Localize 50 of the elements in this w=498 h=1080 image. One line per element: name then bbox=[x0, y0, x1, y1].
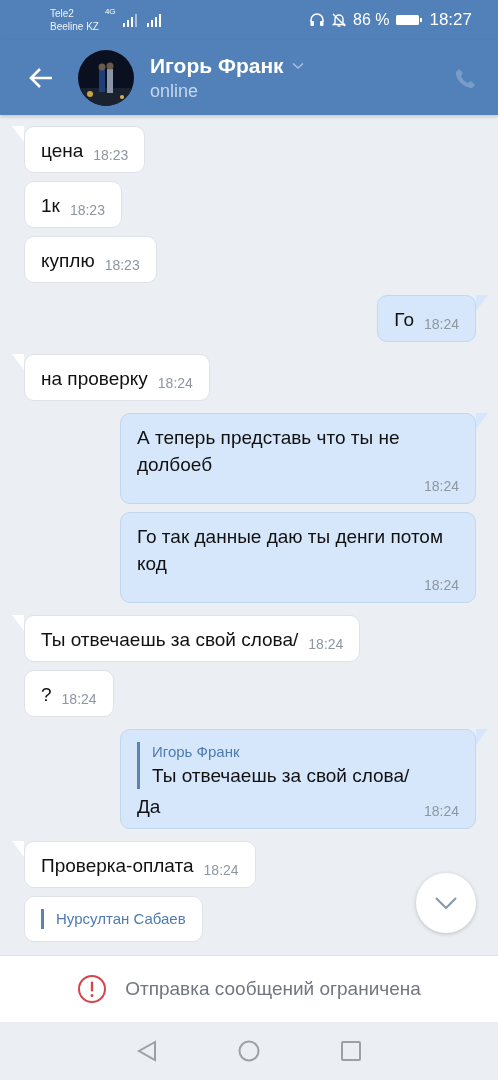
message-time: 18:24 bbox=[203, 862, 239, 879]
message-text: 1к bbox=[41, 194, 60, 218]
reply-author: Нурсултан Сабаев bbox=[56, 909, 186, 929]
message-time: 18:23 bbox=[69, 202, 105, 219]
message-text: Ты отвечаешь за свой слова/ bbox=[41, 628, 299, 652]
message-text: Проверка-оплата bbox=[41, 854, 194, 878]
message-text: Го bbox=[394, 308, 414, 332]
message-time: 18:24 bbox=[423, 478, 459, 495]
scroll-down-button[interactable] bbox=[416, 873, 476, 933]
recents-icon bbox=[340, 1040, 362, 1062]
contact-name: Игорь Франк bbox=[150, 53, 284, 78]
carrier-name: Tele2 bbox=[50, 7, 75, 20]
home-button[interactable] bbox=[238, 1040, 260, 1062]
alert-icon bbox=[77, 974, 108, 1004]
back-icon bbox=[136, 1040, 158, 1062]
back-arrow-icon bbox=[28, 66, 54, 89]
network-type: 4G bbox=[104, 8, 116, 16]
message-time: 18:23 bbox=[93, 147, 129, 164]
online-status: online bbox=[150, 80, 200, 102]
clock-time: 18:27 bbox=[429, 10, 472, 30]
message-time: 18:24 bbox=[423, 577, 459, 594]
message-text: Го так данные даю ты денги потом код bbox=[137, 525, 444, 576]
message-time: 18:24 bbox=[423, 803, 459, 820]
message-time: 18:23 bbox=[104, 257, 140, 274]
message-text: на проверку bbox=[41, 367, 148, 391]
recents-button[interactable] bbox=[340, 1040, 362, 1062]
quoted-text: Ты отвечаешь за свой слова/ bbox=[152, 764, 411, 788]
restriction-notice: Отправка сообщений ограничена bbox=[125, 978, 421, 1000]
message-text: ? bbox=[41, 683, 52, 707]
signal-icon bbox=[121, 13, 140, 27]
battery-icon bbox=[395, 13, 424, 27]
back-button[interactable] bbox=[136, 1040, 158, 1062]
carrier-name: Beeline KZ bbox=[50, 20, 99, 33]
message-text: цена bbox=[41, 139, 84, 163]
chevron-down-icon bbox=[435, 897, 457, 909]
bell-off-icon bbox=[331, 12, 347, 28]
home-icon bbox=[238, 1040, 260, 1062]
message-time: 18:24 bbox=[423, 316, 459, 333]
message-time: 18:24 bbox=[157, 375, 193, 392]
chevron-down-icon bbox=[291, 61, 304, 70]
battery-percent: 86 % bbox=[353, 11, 390, 29]
message-text: А теперь представь что ты не долбоеб bbox=[137, 426, 401, 477]
phone-icon bbox=[454, 66, 476, 89]
message-time: 18:24 bbox=[308, 636, 344, 653]
message-text: Да bbox=[137, 795, 161, 819]
reply-author: Игорь Франк bbox=[152, 742, 241, 762]
headphones-icon bbox=[309, 12, 325, 28]
signal-icon bbox=[145, 13, 164, 27]
message-time: 18:24 bbox=[61, 691, 97, 708]
message-text: куплю bbox=[41, 249, 95, 273]
